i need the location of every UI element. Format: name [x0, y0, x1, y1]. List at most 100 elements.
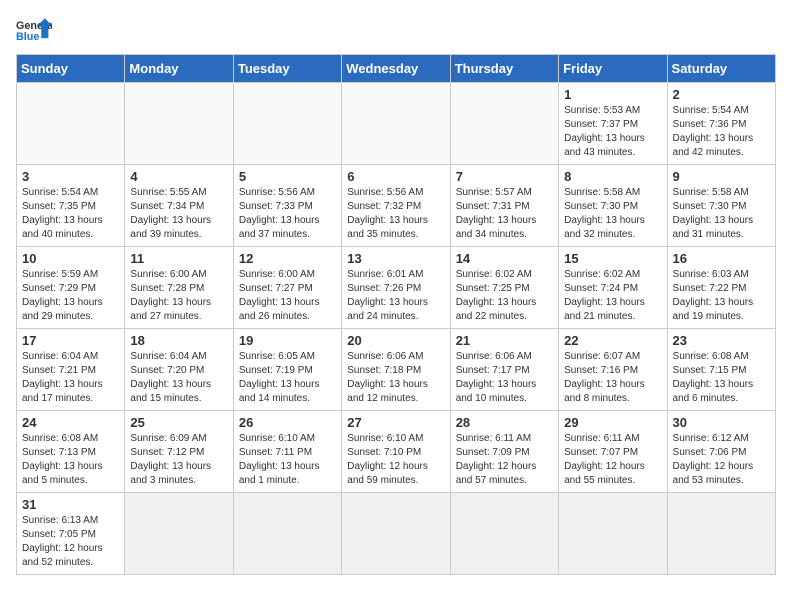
weekday-header-row: SundayMondayTuesdayWednesdayThursdayFrid… [17, 55, 776, 83]
weekday-header-monday: Monday [125, 55, 233, 83]
calendar-cell: 7 Sunrise: 5:57 AM Sunset: 7:31 PM Daylig… [450, 165, 558, 247]
calendar-cell [667, 493, 775, 575]
calendar-cell: 20Sunrise: 6:06 AM Sunset: 7:18 PM Dayli… [342, 329, 450, 411]
calendar-cell: 11Sunrise: 6:00 AM Sunset: 7:28 PM Dayli… [125, 247, 233, 329]
weekday-header-wednesday: Wednesday [342, 55, 450, 83]
calendar-cell: 24 Sunrise: 6:08 AM Sunset: 7:13 PM Dayli… [17, 411, 125, 493]
day-info: Sunrise: 6:06 AM Sunset: 7:18 PM Dayligh… [347, 350, 444, 406]
day-number: 28 [456, 415, 553, 430]
week-row-2: 3Sunrise: 5:54 AM Sunset: 7:35 PM Daylig… [17, 165, 776, 247]
day-number: 6 [347, 169, 444, 184]
day-info: Sunrise: 6:11 AM Sunset: 7:09 PM Dayligh… [456, 432, 553, 488]
calendar-cell: 25 Sunrise: 6:09 AM Sunset: 7:12 PM Dayli… [125, 411, 233, 493]
day-number: 8 [564, 169, 661, 184]
day-info: Sunrise: 5:53 AM Sunset: 7:37 PM Dayligh… [564, 104, 661, 160]
calendar-cell: 30 Sunrise: 6:12 AM Sunset: 7:06 PM Dayli… [667, 411, 775, 493]
day-number: 31 [22, 497, 119, 512]
calendar-cell: 28 Sunrise: 6:11 AM Sunset: 7:09 PM Dayli… [450, 411, 558, 493]
day-info: Sunrise: 6:00 AM Sunset: 7:27 PM Dayligh… [239, 268, 336, 324]
day-info: Sunrise: 5:56 AM Sunset: 7:32 PM Dayligh… [347, 186, 444, 242]
calendar-cell: 23 Sunrise: 6:08 AM Sunset: 7:15 PM Dayli… [667, 329, 775, 411]
logo: General Blue [16, 16, 52, 44]
day-info: Sunrise: 6:09 AM Sunset: 7:12 PM Dayligh… [130, 432, 227, 488]
calendar-cell: 15 Sunrise: 6:02 AM Sunset: 7:24 PM Dayli… [559, 247, 667, 329]
weekday-header-friday: Friday [559, 55, 667, 83]
day-info: Sunrise: 5:58 AM Sunset: 7:30 PM Dayligh… [673, 186, 770, 242]
day-info: Sunrise: 5:54 AM Sunset: 7:36 PM Dayligh… [673, 104, 770, 160]
calendar-cell: 10 Sunrise: 5:59 AM Sunset: 7:29 PM Dayli… [17, 247, 125, 329]
day-number: 11 [130, 251, 227, 266]
day-number: 3 [22, 169, 119, 184]
calendar-cell [342, 493, 450, 575]
calendar-cell: 16Sunrise: 6:03 AM Sunset: 7:22 PM Dayli… [667, 247, 775, 329]
day-number: 7 [456, 169, 553, 184]
day-number: 23 [673, 333, 770, 348]
day-info: Sunrise: 6:12 AM Sunset: 7:06 PM Dayligh… [673, 432, 770, 488]
calendar-cell [450, 83, 558, 165]
day-number: 15 [564, 251, 661, 266]
calendar-cell: 21 Sunrise: 6:06 AM Sunset: 7:17 PM Dayli… [450, 329, 558, 411]
header: General Blue [16, 16, 776, 44]
day-number: 22 [564, 333, 661, 348]
day-info: Sunrise: 5:57 AM Sunset: 7:31 PM Dayligh… [456, 186, 553, 242]
calendar-cell: 2Sunrise: 5:54 AM Sunset: 7:36 PM Daylig… [667, 83, 775, 165]
day-info: Sunrise: 6:05 AM Sunset: 7:19 PM Dayligh… [239, 350, 336, 406]
week-row-1: 1 Sunrise: 5:53 AM Sunset: 7:37 PM Daylig… [17, 83, 776, 165]
calendar-cell [342, 83, 450, 165]
day-number: 1 [564, 87, 661, 102]
day-number: 18 [130, 333, 227, 348]
calendar-cell: 1 Sunrise: 5:53 AM Sunset: 7:37 PM Daylig… [559, 83, 667, 165]
day-number: 25 [130, 415, 227, 430]
day-info: Sunrise: 6:02 AM Sunset: 7:24 PM Dayligh… [564, 268, 661, 324]
calendar-cell: 26 Sunrise: 6:10 AM Sunset: 7:11 PM Dayli… [233, 411, 341, 493]
day-number: 16 [673, 251, 770, 266]
day-number: 12 [239, 251, 336, 266]
week-row-6: 31 Sunrise: 6:13 AM Sunset: 7:05 PM Dayli… [17, 493, 776, 575]
calendar-cell [17, 83, 125, 165]
day-info: Sunrise: 5:56 AM Sunset: 7:33 PM Dayligh… [239, 186, 336, 242]
day-number: 4 [130, 169, 227, 184]
day-number: 24 [22, 415, 119, 430]
day-info: Sunrise: 6:08 AM Sunset: 7:15 PM Dayligh… [673, 350, 770, 406]
calendar-cell: 27Sunrise: 6:10 AM Sunset: 7:10 PM Dayli… [342, 411, 450, 493]
day-info: Sunrise: 6:04 AM Sunset: 7:20 PM Dayligh… [130, 350, 227, 406]
day-info: Sunrise: 6:08 AM Sunset: 7:13 PM Dayligh… [22, 432, 119, 488]
svg-text:Blue: Blue [16, 31, 39, 43]
day-number: 21 [456, 333, 553, 348]
calendar-cell [125, 83, 233, 165]
calendar-cell: 29Sunrise: 6:11 AM Sunset: 7:07 PM Dayli… [559, 411, 667, 493]
calendar-cell: 31 Sunrise: 6:13 AM Sunset: 7:05 PM Dayli… [17, 493, 125, 575]
weekday-header-thursday: Thursday [450, 55, 558, 83]
day-number: 29 [564, 415, 661, 430]
day-info: Sunrise: 6:04 AM Sunset: 7:21 PM Dayligh… [22, 350, 119, 406]
day-number: 10 [22, 251, 119, 266]
week-row-4: 17Sunrise: 6:04 AM Sunset: 7:21 PM Dayli… [17, 329, 776, 411]
calendar-cell: 17Sunrise: 6:04 AM Sunset: 7:21 PM Dayli… [17, 329, 125, 411]
day-number: 13 [347, 251, 444, 266]
calendar-cell [559, 493, 667, 575]
calendar-cell: 19 Sunrise: 6:05 AM Sunset: 7:19 PM Dayli… [233, 329, 341, 411]
day-info: Sunrise: 6:10 AM Sunset: 7:11 PM Dayligh… [239, 432, 336, 488]
day-info: Sunrise: 5:58 AM Sunset: 7:30 PM Dayligh… [564, 186, 661, 242]
day-number: 30 [673, 415, 770, 430]
day-number: 26 [239, 415, 336, 430]
calendar-cell: 5 Sunrise: 5:56 AM Sunset: 7:33 PM Daylig… [233, 165, 341, 247]
weekday-header-sunday: Sunday [17, 55, 125, 83]
calendar-cell: 8 Sunrise: 5:58 AM Sunset: 7:30 PM Daylig… [559, 165, 667, 247]
calendar-cell: 13 Sunrise: 6:01 AM Sunset: 7:26 PM Dayli… [342, 247, 450, 329]
calendar-cell [125, 493, 233, 575]
day-info: Sunrise: 6:06 AM Sunset: 7:17 PM Dayligh… [456, 350, 553, 406]
calendar-cell [233, 83, 341, 165]
day-info: Sunrise: 5:59 AM Sunset: 7:29 PM Dayligh… [22, 268, 119, 324]
calendar-cell: 4 Sunrise: 5:55 AM Sunset: 7:34 PM Daylig… [125, 165, 233, 247]
day-number: 19 [239, 333, 336, 348]
day-info: Sunrise: 6:13 AM Sunset: 7:05 PM Dayligh… [22, 514, 119, 570]
day-number: 27 [347, 415, 444, 430]
day-info: Sunrise: 5:55 AM Sunset: 7:34 PM Dayligh… [130, 186, 227, 242]
calendar-cell: 6 Sunrise: 5:56 AM Sunset: 7:32 PM Daylig… [342, 165, 450, 247]
day-info: Sunrise: 6:01 AM Sunset: 7:26 PM Dayligh… [347, 268, 444, 324]
logo-icon: General Blue [16, 16, 52, 44]
calendar-cell: 18 Sunrise: 6:04 AM Sunset: 7:20 PM Dayli… [125, 329, 233, 411]
calendar-cell: 9Sunrise: 5:58 AM Sunset: 7:30 PM Daylig… [667, 165, 775, 247]
day-number: 5 [239, 169, 336, 184]
